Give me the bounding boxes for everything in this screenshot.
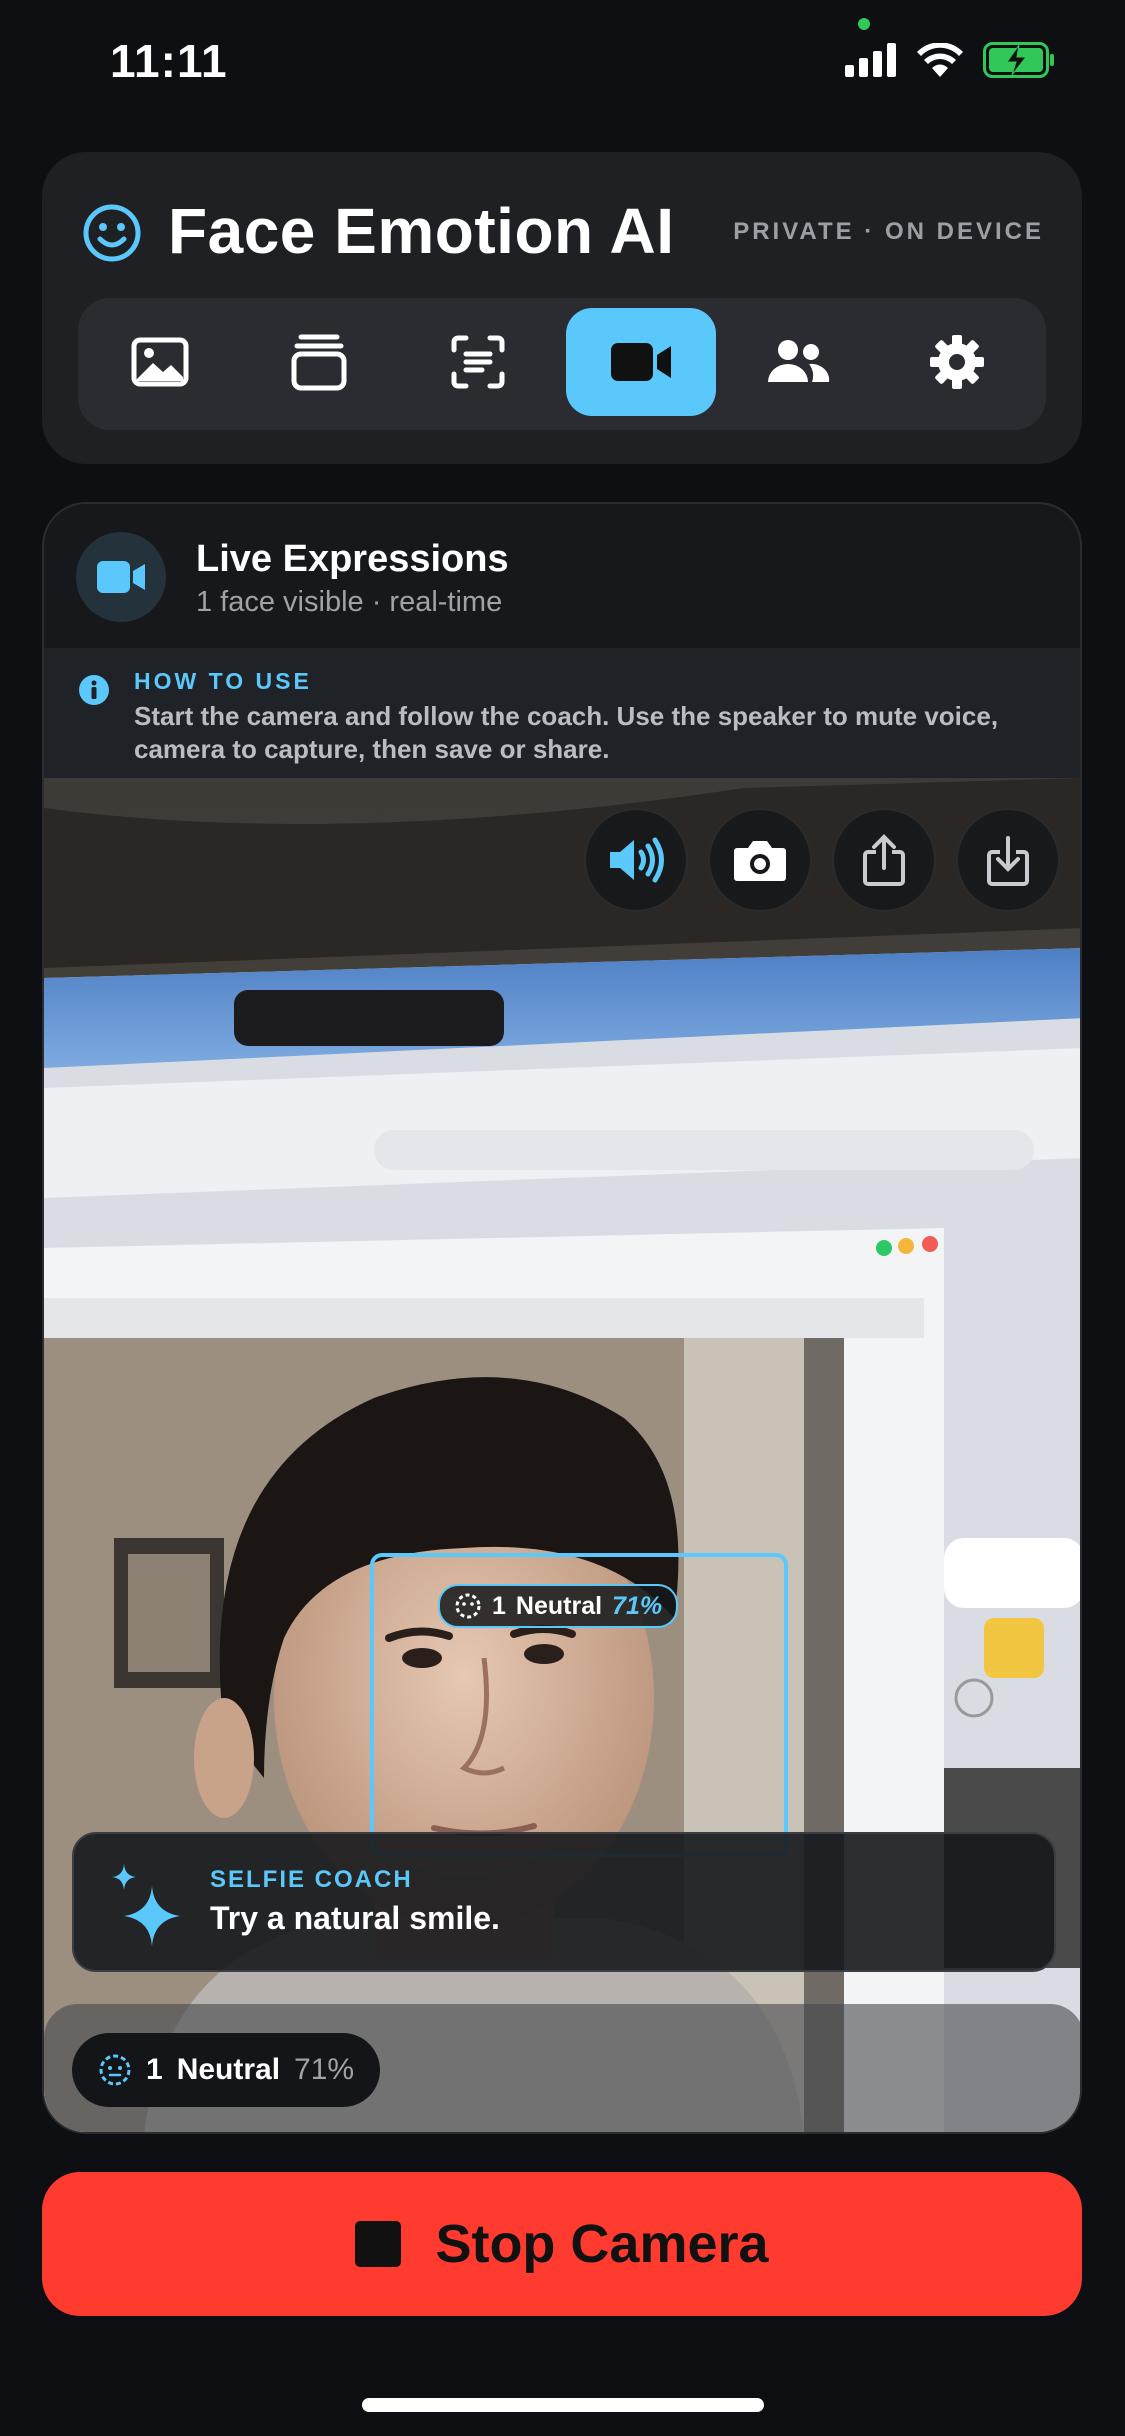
photo-icon xyxy=(131,337,189,387)
smiley-logo-icon xyxy=(83,204,141,262)
coach-message: Try a natural smile. xyxy=(210,1900,500,1936)
cellular-signal-icon xyxy=(845,43,896,77)
emotion-summary-pill: 1 Neutral 71% xyxy=(72,2033,381,2107)
face-dashed-icon xyxy=(99,2054,131,2086)
tab-settings[interactable] xyxy=(882,308,1032,416)
status-bar: 11:11 xyxy=(0,0,1125,130)
summary-confidence: 71% xyxy=(294,2053,355,2086)
stop-camera-button[interactable]: Stop Camera xyxy=(42,2172,1082,2316)
status-time: 11:11 xyxy=(110,35,228,87)
live-icon-badge xyxy=(76,532,166,622)
face-dashed-icon xyxy=(455,1593,481,1619)
tab-photo[interactable] xyxy=(85,308,235,416)
tab-batch[interactable] xyxy=(244,308,394,416)
stop-icon xyxy=(355,2221,402,2267)
wifi-icon xyxy=(917,43,963,77)
tab-bar xyxy=(78,298,1046,430)
camera-in-use-indicator xyxy=(858,18,870,30)
share-button[interactable] xyxy=(832,808,936,912)
gear-icon xyxy=(930,335,984,389)
stop-camera-label: Stop Camera xyxy=(435,2214,769,2274)
app-title: Face Emotion AI xyxy=(168,195,675,267)
selfie-coach-panel: SELFIE COACH Try a natural smile. xyxy=(72,1832,1056,1972)
share-icon xyxy=(863,834,905,886)
header-card: Face Emotion AI PRIVATE · ON DEVICE xyxy=(42,152,1082,464)
face-confidence: 71% xyxy=(612,1591,663,1620)
privacy-badge: PRIVATE · ON DEVICE xyxy=(733,218,1044,245)
camera-icon xyxy=(734,841,786,881)
save-icon xyxy=(987,836,1029,886)
face-index: 1 xyxy=(492,1591,506,1620)
info-icon xyxy=(79,675,109,705)
summary-index: 1 xyxy=(146,2053,163,2086)
section-title: Live Expressions xyxy=(196,538,509,580)
battery-charging-icon xyxy=(983,42,1054,78)
face-emotion-label: 1 Neutral 71% xyxy=(438,1584,679,1628)
tab-scan[interactable] xyxy=(403,308,553,416)
people-icon xyxy=(768,340,830,382)
how-to-use-text: Start the camera and follow the coach. U… xyxy=(134,701,999,764)
save-button[interactable] xyxy=(956,808,1060,912)
speaker-icon xyxy=(610,837,664,883)
video-camera-icon xyxy=(611,343,671,381)
tab-group[interactable] xyxy=(723,308,873,416)
video-camera-icon xyxy=(97,561,145,593)
face-emotion: Neutral xyxy=(515,1591,603,1620)
stack-icon xyxy=(291,334,347,391)
coach-title: SELFIE COACH xyxy=(210,1866,413,1893)
camera-preview[interactable]: 1 Neutral 71% SELFIE COACH Try a natural… xyxy=(44,778,1080,2132)
mute-voice-button[interactable] xyxy=(584,808,688,912)
face-scan-icon xyxy=(451,335,505,389)
section-subtitle: 1 face visible · real-time xyxy=(196,586,503,618)
how-to-use-banner: HOW TO USE Start the camera and follow t… xyxy=(44,648,1080,778)
capture-button[interactable] xyxy=(708,808,812,912)
summary-emotion: Neutral xyxy=(176,2053,281,2086)
live-expressions-card: Live Expressions 1 face visible · real-t… xyxy=(42,502,1082,2134)
tab-live-camera[interactable] xyxy=(566,308,716,416)
how-to-use-title: HOW TO USE xyxy=(134,668,312,694)
status-icons xyxy=(845,42,1055,78)
sparkles-icon xyxy=(112,1864,180,1946)
home-indicator[interactable] xyxy=(362,2398,764,2412)
